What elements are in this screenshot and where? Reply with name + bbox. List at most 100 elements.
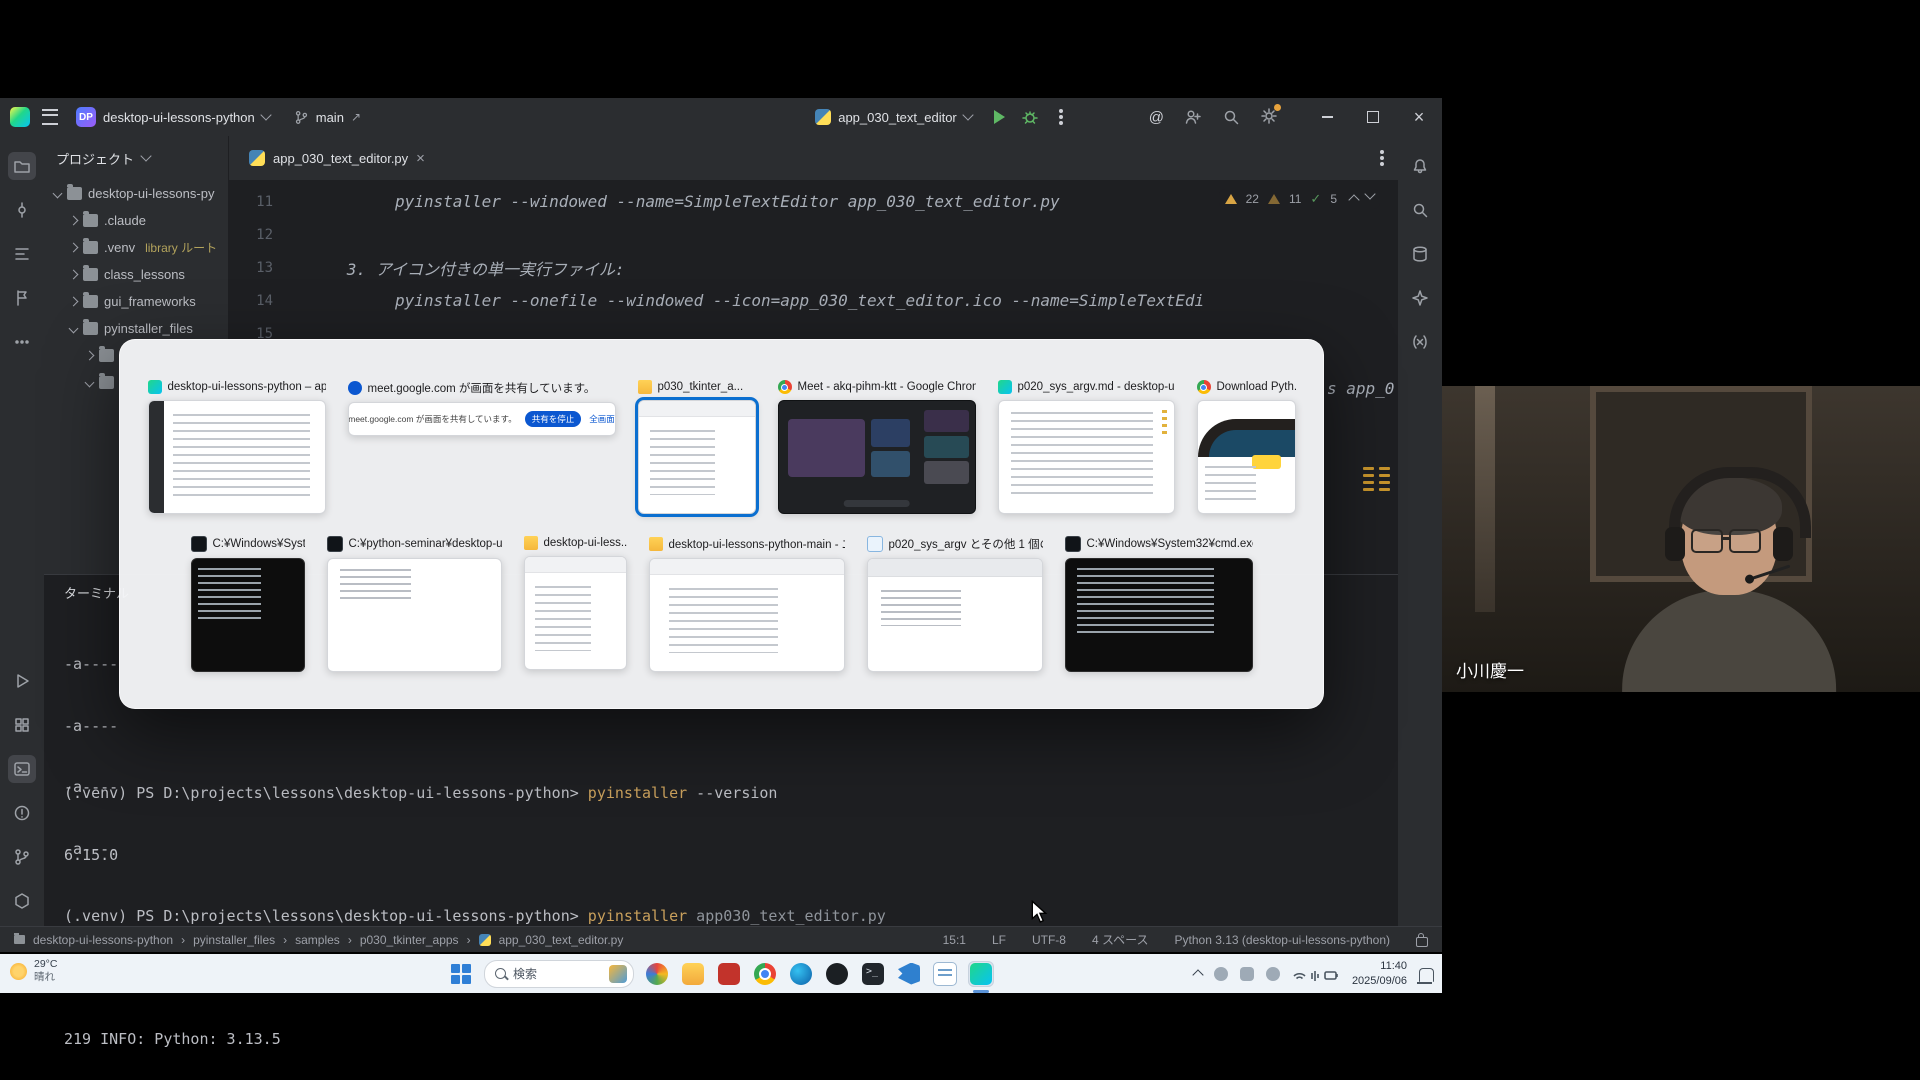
breadcrumb[interactable]: desktop-ui-lessons-python › pyinstaller_…	[14, 933, 623, 947]
breadcrumb-item[interactable]: desktop-ui-lessons-python	[33, 933, 173, 947]
tree-item-class-lessons[interactable]: class_lessons	[44, 261, 228, 288]
chevron-collapsed-icon[interactable]	[85, 351, 95, 361]
settings-gear-icon[interactable]	[1260, 107, 1278, 128]
chevron-expanded-icon[interactable]	[53, 189, 63, 199]
shield-icon[interactable]	[1240, 967, 1254, 981]
close-tab-icon[interactable]	[416, 150, 425, 167]
fullscreen-link[interactable]: 全画面	[589, 413, 615, 425]
alt-tab-item-explorer-main[interactable]: desktop-ui-lessons-python-main - エク...	[649, 536, 845, 672]
breadcrumb-item[interactable]: p030_tkinter_apps	[360, 933, 459, 947]
taskbar-icon-vscode[interactable]	[896, 961, 922, 987]
network-volume-battery-icons[interactable]	[1292, 966, 1340, 982]
teams-icon[interactable]	[1266, 967, 1280, 981]
breadcrumb-item[interactable]: samples	[295, 933, 340, 947]
code-with-me-icon[interactable]	[1149, 109, 1164, 126]
alt-tab-item-notepad-tabs[interactable]: p020_sys_argv とその他 1 個のタブ ...	[867, 536, 1043, 672]
taskbar-icon-presentation[interactable]	[716, 961, 742, 987]
database-tool-icon[interactable]	[1406, 240, 1434, 268]
chevron-collapsed-icon[interactable]	[69, 270, 79, 280]
window-thumbnail[interactable]	[191, 558, 305, 672]
project-widget[interactable]: DP desktop-ui-lessons-python	[70, 104, 276, 130]
breadcrumb-item[interactable]: app_030_text_editor.py	[499, 933, 624, 947]
minimize-button[interactable]	[1304, 98, 1350, 136]
version-control-tool-icon[interactable]	[8, 843, 36, 871]
window-thumbnail[interactable]	[998, 400, 1175, 514]
taskbar-icon-pycharm[interactable]	[968, 961, 994, 987]
chevron-expanded-icon[interactable]	[85, 378, 95, 388]
project-tool-icon[interactable]	[8, 152, 36, 180]
tree-item-claude[interactable]: .claude	[44, 207, 228, 234]
debug-button[interactable]	[1021, 108, 1039, 126]
window-thumbnail[interactable]	[524, 556, 627, 670]
tray-overflow-icon[interactable]	[1192, 969, 1203, 980]
run-button[interactable]	[994, 110, 1005, 124]
run-config-selector[interactable]: app_030_text_editor	[809, 106, 978, 128]
terminal-tool-icon[interactable]	[8, 755, 36, 783]
taskbar-icon-explorer[interactable]	[680, 961, 706, 987]
taskbar-weather-widget[interactable]: 29°C 晴れ	[10, 958, 57, 984]
alt-tab-item-explorer-small[interactable]: desktop-ui-less...	[524, 536, 627, 670]
start-button[interactable]	[448, 961, 474, 987]
close-button[interactable]	[1396, 98, 1442, 136]
run-tool-icon[interactable]	[8, 667, 36, 695]
meet-share-banner-thumbnail[interactable]: meet.google.com が画面を共有しています。 共有を停止 全画面	[348, 402, 616, 436]
add-user-icon[interactable]	[1184, 108, 1202, 126]
structure-tool-icon[interactable]	[8, 240, 36, 268]
chevron-expanded-icon[interactable]	[69, 324, 79, 334]
line-ending[interactable]: LF	[992, 933, 1006, 947]
taskbar-icon-terminal[interactable]	[860, 961, 886, 987]
maximize-button[interactable]	[1350, 98, 1396, 136]
find-tool-icon[interactable]	[1406, 196, 1434, 224]
alt-tab-item-pycharm[interactable]: desktop-ui-lessons-python – app...	[148, 380, 326, 514]
tree-item-root[interactable]: desktop-ui-lessons-py	[44, 180, 228, 207]
chevron-down-icon[interactable]	[1364, 188, 1375, 199]
window-thumbnail[interactable]	[1065, 558, 1253, 672]
chevron-up-icon[interactable]	[1348, 194, 1359, 205]
alt-tab-item-python-download[interactable]: Download Pyth...	[1197, 380, 1296, 514]
tab-options-icon[interactable]	[1380, 156, 1384, 160]
branch-widget[interactable]: main ↗	[288, 107, 367, 128]
file-encoding[interactable]: UTF-8	[1032, 933, 1066, 947]
window-thumbnail[interactable]	[867, 558, 1043, 672]
taskbar-icon-chrome[interactable]	[752, 961, 778, 987]
search-icon[interactable]	[1222, 108, 1240, 126]
tray-clock[interactable]: 11:40 2025/09/06	[1352, 959, 1407, 988]
tab-app-030-text-editor[interactable]: app_030_text_editor.py	[239, 136, 435, 180]
alt-tab-item-cmd2[interactable]: C:¥Windows¥System32¥cmd.exe	[1065, 536, 1253, 672]
alt-tab-item-meet-share[interactable]: meet.google.com が画面を共有しています。 meet.google…	[348, 380, 616, 436]
selected-window-thumbnail[interactable]	[638, 400, 756, 514]
tree-item-gui-frameworks[interactable]: gui_frameworks	[44, 288, 228, 315]
python-packages-tool-icon[interactable]	[8, 887, 36, 915]
commit-tool-icon[interactable]	[8, 196, 36, 224]
alt-tab-item-pycharm-md[interactable]: p020_sys_argv.md - desktop-ui-le...	[998, 380, 1175, 514]
window-thumbnail[interactable]	[649, 558, 845, 672]
stop-sharing-button[interactable]: 共有を停止	[525, 411, 582, 427]
notification-bell-icon[interactable]	[1419, 968, 1434, 982]
taskbar-icon-edge[interactable]	[788, 961, 814, 987]
alt-tab-item-meet-chrome[interactable]: Meet - akq-pihm-ktt - Google Chrome	[778, 380, 976, 514]
alt-tab-item-selected-explorer[interactable]: p030_tkinter_a...	[638, 380, 756, 514]
main-menu-icon[interactable]	[42, 109, 58, 125]
taskbar-icon-photos[interactable]	[644, 961, 670, 987]
window-thumbnail[interactable]	[148, 400, 326, 514]
alt-tab-item-cmd1[interactable]: C:¥Windows¥Syst...	[191, 536, 305, 672]
more-tool-windows-icon[interactable]	[8, 328, 36, 356]
cloud-icon[interactable]	[1214, 967, 1228, 981]
chevron-collapsed-icon[interactable]	[69, 243, 79, 253]
bookmarks-tool-icon[interactable]	[8, 284, 36, 312]
project-panel-header[interactable]: プロジェクト	[44, 136, 228, 180]
python-interpreter[interactable]: Python 3.13 (desktop-ui-lessons-python)	[1175, 933, 1390, 947]
taskbar-search[interactable]: 検索	[484, 960, 634, 988]
breadcrumb-item[interactable]: pyinstaller_files	[193, 933, 275, 947]
services-tool-icon[interactable]	[8, 711, 36, 739]
tree-item-pyinstaller-files[interactable]: pyinstaller_files	[44, 315, 228, 342]
chevron-collapsed-icon[interactable]	[69, 297, 79, 307]
window-thumbnail[interactable]	[778, 400, 976, 514]
taskbar-icon-github[interactable]	[824, 961, 850, 987]
indent-setting[interactable]: 4 スペース	[1092, 931, 1149, 948]
notifications-bell-icon[interactable]	[1406, 152, 1434, 180]
window-thumbnail[interactable]	[327, 558, 502, 672]
chevron-collapsed-icon[interactable]	[69, 216, 79, 226]
window-thumbnail[interactable]	[1197, 400, 1296, 514]
more-actions-icon[interactable]	[1059, 115, 1063, 119]
